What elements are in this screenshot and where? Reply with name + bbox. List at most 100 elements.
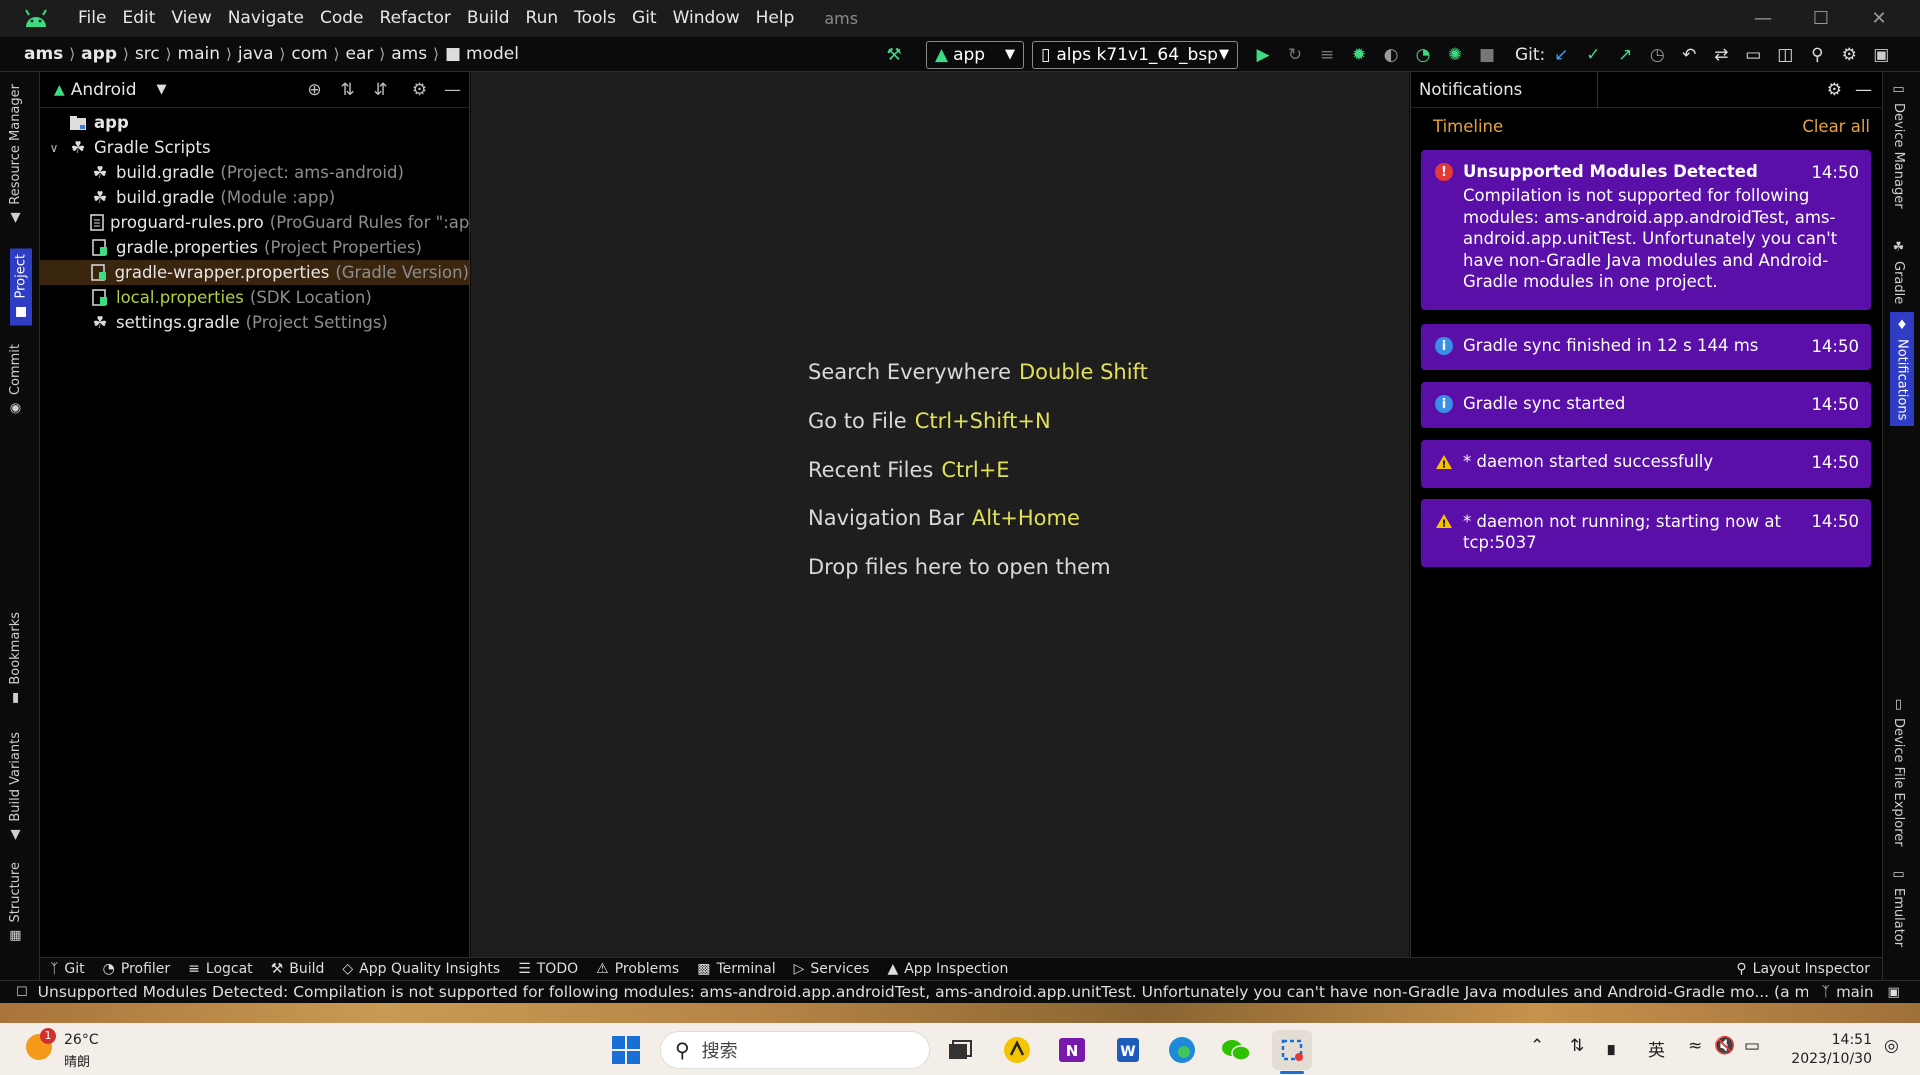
tree-item-settings-gradle[interactable]: ☘ settings.gradle (Project Settings) [40,310,469,335]
apply-changes-icon[interactable]: ↻ [1284,44,1306,66]
tree-item-build-gradle-module[interactable]: ☘ build.gradle (Module :app) [40,185,469,210]
wechat-icon[interactable] [1216,1030,1256,1070]
tab-bookmarks[interactable]: ▮ Bookmarks [8,612,23,706]
sdk-manager-icon[interactable]: ◫ [1774,44,1796,66]
tree-item-gradle-wrapper-properties[interactable]: gradle-wrapper.properties (Gradle Version… [40,260,469,285]
tree-item-proguard-rules[interactable]: proguard-rules.pro (ProGuard Rules for ":… [40,210,494,235]
tool-layout-inspector[interactable]: ⚲ Layout Inspector [1736,961,1870,977]
notification-card-daemon-not-running[interactable]: ! * daemon not running; starting now at … [1421,499,1871,567]
tool-app-quality-insights[interactable]: ◇ App Quality Insights [342,961,500,977]
tool-profiler[interactable]: ◔ Profiler [103,961,171,977]
ime-indicator[interactable]: 英 [1648,1036,1665,1061]
device-manager-icon[interactable]: ▭ [1742,44,1764,66]
tree-item-gradle-properties[interactable]: gradle.properties (Project Properties) [40,235,469,260]
tab-structure[interactable]: ▦ Structure [8,862,23,943]
breadcrumb-item[interactable]: com [291,44,327,64]
tab-notifications[interactable]: ♦ Notifications [1890,312,1914,427]
wifi-icon[interactable]: ≈ [1688,1036,1702,1056]
tool-todo[interactable]: ☰ TODO [518,961,578,977]
weather-widget[interactable]: 1 26°C 晴朗 [20,1028,110,1072]
status-message[interactable]: Unsupported Modules Detected: Compilatio… [38,983,1808,1001]
breadcrumb-item[interactable]: ams [391,44,427,64]
chevron-down-icon[interactable]: ▼ [157,82,167,97]
apply-code-changes-icon[interactable]: ≡ [1316,44,1338,66]
tab-device-file-explorer[interactable]: ▯ Device File Explorer [1891,697,1906,847]
menu-git[interactable]: Git [624,0,665,37]
breadcrumb-item[interactable]: src [135,44,160,64]
snipping-tool-icon[interactable] [1272,1030,1312,1070]
toggle-tool-windows-icon[interactable]: ☐ [16,985,28,1000]
git-branch-label[interactable]: main [1836,983,1873,1001]
tree-item-local-properties[interactable]: local.properties (SDK Location) [40,285,469,310]
view-mode-select[interactable]: Android [71,80,137,100]
close-button[interactable]: ✕ [1850,0,1908,37]
chevron-down-icon[interactable]: ∨ [40,141,68,155]
tool-problems[interactable]: ⚠ Problems [596,961,679,977]
profile-icon[interactable]: ◔ [1412,44,1434,66]
menu-edit[interactable]: Edit [114,0,163,37]
menu-run[interactable]: Run [518,0,567,37]
tree-item-build-gradle-project[interactable]: ☘ build.gradle (Project: ams-android) [40,160,469,185]
network-transfer-icon[interactable]: ⇅ [1570,1036,1584,1056]
onenote-icon[interactable]: N [1052,1030,1092,1070]
clock[interactable]: 14:51 2023/10/30 [1782,1031,1872,1069]
minimize-button[interactable]: — [1734,0,1792,37]
breadcrumb-item[interactable]: app [81,44,117,64]
tool-terminal[interactable]: ▩ Terminal [697,961,775,977]
tool-logcat[interactable]: ≡ Logcat [188,961,253,977]
search-icon[interactable]: ⚲ [1806,44,1828,66]
menu-help[interactable]: Help [748,0,803,37]
hammer-icon[interactable]: ⚒ [883,44,905,66]
tab-device-manager[interactable]: ▭ Device Manager [1891,82,1906,209]
tool-git[interactable]: ᛉ Git [50,961,85,977]
tab-resource-manager[interactable]: ▲ Resource Manager [8,84,23,226]
collapse-all-icon[interactable]: ⇵ [364,80,397,100]
notification-bell-icon[interactable]: ◎ [1884,1036,1899,1056]
breadcrumb-item[interactable]: ear [346,44,374,64]
breadcrumb-item[interactable]: java [238,44,274,64]
gear-icon[interactable]: ⚙ [403,80,436,100]
breadcrumb-item[interactable]: main [178,44,220,64]
tree-item-gradle-scripts[interactable]: ∨ ☘ Gradle Scripts [40,135,469,160]
notification-card-unsupported-modules[interactable]: ! Unsupported Modules Detected 14:50 Com… [1421,150,1871,310]
tree-item-app[interactable]: app [40,110,469,135]
maximize-button[interactable]: ☐ [1792,0,1850,37]
git-history-icon[interactable]: ◷ [1646,44,1668,66]
tool-services[interactable]: ▷ Services [794,961,870,977]
gear-icon[interactable]: ⚙ [1827,80,1842,100]
sync-gradle-icon[interactable]: ⇄ [1710,44,1732,66]
git-rollback-icon[interactable]: ↶ [1678,44,1700,66]
battery-icon[interactable]: ▭ [1744,1036,1760,1056]
avatar-icon[interactable]: ▣ [1870,44,1892,66]
debug-icon[interactable]: ✹ [1348,44,1370,66]
hide-panel-icon[interactable]: — [1855,80,1872,100]
tool-app-inspection[interactable]: ▲ App Inspection [887,961,1008,977]
task-view-icon[interactable] [940,1030,980,1070]
editor-area[interactable]: Search Everywhere Double Shift Go to File… [471,72,1409,957]
clear-all-link[interactable]: Clear all [1802,117,1870,136]
coverage-icon[interactable]: ◐ [1380,44,1402,66]
tab-build-variants[interactable]: ▲ Build Variants [8,732,23,843]
word-app-icon[interactable]: W [1108,1030,1148,1070]
breadcrumb-item[interactable]: model [466,44,519,64]
windows-start-icon[interactable] [606,1030,646,1070]
device-select[interactable]: ▯ alps k71v1_64_bsp ▼ [1032,40,1238,69]
run-icon[interactable]: ▶ [1252,44,1274,66]
tab-commit[interactable]: ◉ Commit [8,344,23,416]
git-commit-icon[interactable]: ✓ [1582,44,1604,66]
run-config-select[interactable]: ▲ app ▼ [926,40,1024,69]
tab-gradle[interactable]: ☘ Gradle [1891,240,1906,304]
gear-icon[interactable]: ⚙ [1838,44,1860,66]
expand-all-icon[interactable]: ⇅ [331,80,364,100]
menu-window[interactable]: Window [665,0,748,37]
stop-icon[interactable]: ■ [1476,44,1498,66]
tab-emulator[interactable]: ▭ Emulator [1891,867,1906,947]
app-icon-yellow[interactable] [997,1030,1037,1070]
menu-view[interactable]: View [163,0,219,37]
git-push-icon[interactable]: ↗ [1614,44,1636,66]
volume-muted-icon[interactable]: 🔇 [1714,1036,1735,1056]
taskbar-search-box[interactable]: ⚲ 搜索 [660,1031,930,1069]
menu-refactor[interactable]: Refactor [372,0,459,37]
lock-icon[interactable]: ▣ [1888,985,1900,1000]
menu-tools[interactable]: Tools [566,0,624,37]
